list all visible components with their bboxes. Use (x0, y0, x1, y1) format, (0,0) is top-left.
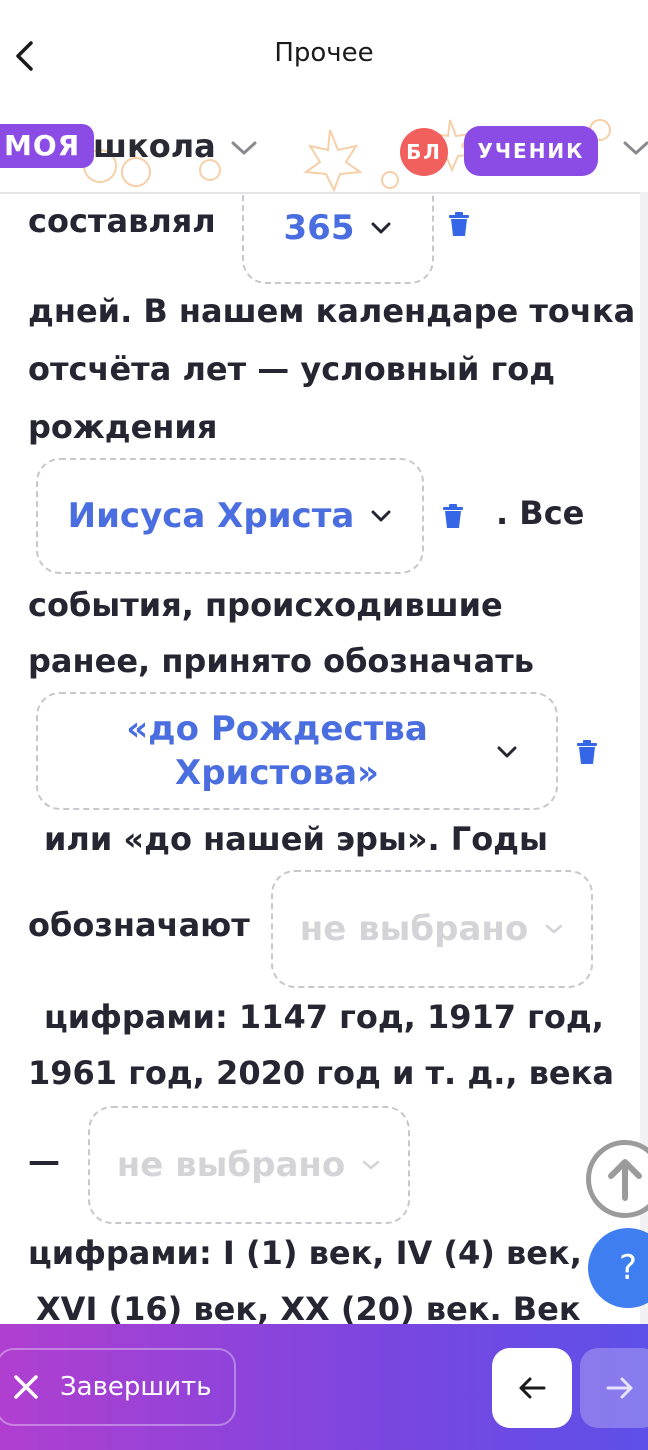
arrow-up-icon (608, 1159, 642, 1201)
dropdown-jesus-christ[interactable]: Иисуса Христа (36, 458, 424, 574)
delete-answer-button[interactable] (574, 738, 600, 766)
exercise-content: составлял 365 дней. В нашем календаре то… (0, 192, 640, 1324)
text-line: обозначают (28, 906, 250, 944)
chevron-down-icon[interactable] (230, 138, 258, 158)
dropdown-placeholder: не выбрано (299, 909, 529, 949)
chevron-down-icon (371, 222, 391, 234)
text-line: события, происходившие (28, 586, 503, 624)
finish-label: Завершить (60, 1372, 212, 1402)
text-line: цифрами: 1147 год, 1917 год, (44, 998, 604, 1036)
chevron-down-icon (371, 510, 391, 522)
logo-shkola: школа (93, 127, 216, 165)
text-line: дней. В нашем календаре точка (28, 292, 636, 330)
chevron-down-icon (497, 746, 517, 758)
delete-answer-button[interactable] (440, 502, 466, 530)
avatar[interactable]: БЛ (400, 128, 448, 176)
text-line: или «до нашей эры». Годы (44, 820, 548, 858)
bottom-bar: Завершить (0, 1324, 648, 1450)
dropdown-value: 365 (283, 207, 355, 248)
role-badge[interactable]: УЧЕНИК (464, 126, 598, 176)
trash-icon (443, 504, 463, 528)
chevron-down-icon (546, 924, 563, 934)
page-title: Прочее (274, 38, 374, 68)
text-line: рождения (28, 408, 218, 446)
dropdown-unselected[interactable]: не выбрано (271, 870, 593, 988)
text-line: XVI (16) век, XX (20) век. Век (36, 1290, 581, 1324)
finish-button[interactable]: Завершить (0, 1348, 236, 1426)
text-line: — (28, 1142, 60, 1180)
text-line: ранее, принято обозначать (28, 642, 535, 680)
next-button[interactable] (580, 1348, 648, 1428)
text-line: . Все (496, 494, 585, 532)
dropdown-placeholder: не выбрано (116, 1145, 346, 1185)
dropdown-value: «до Рождества Христова» (126, 708, 428, 793)
dropdown-value: Иисуса Христа (67, 495, 355, 536)
text-line: 1961 год, 2020 год и т. д., века (28, 1054, 614, 1092)
text-line: составлял (28, 202, 216, 240)
logo-moya: МОЯ (0, 124, 95, 168)
arrow-right-icon (606, 1377, 633, 1399)
close-icon (14, 1375, 38, 1399)
top-bar: Прочее (0, 0, 648, 110)
text-line: цифрами: I (1) век, IV (4) век, (28, 1234, 582, 1272)
chevron-down-icon[interactable] (622, 138, 648, 158)
chevron-down-icon (363, 1160, 380, 1170)
trash-icon (449, 212, 469, 236)
dropdown-365[interactable]: 365 (242, 192, 434, 284)
dropdown-unselected[interactable]: не выбрано (88, 1106, 410, 1224)
delete-answer-button[interactable] (446, 210, 472, 238)
dropdown-before-christ[interactable]: «до Рождества Христова» (36, 692, 558, 810)
text-line: отсчёта лет — условный год (28, 350, 556, 388)
previous-button[interactable] (492, 1348, 572, 1428)
trash-icon (577, 740, 597, 764)
arrow-left-icon (519, 1377, 546, 1399)
brand-bar: МОЯ школа БЛ УЧЕНИК (0, 110, 648, 194)
